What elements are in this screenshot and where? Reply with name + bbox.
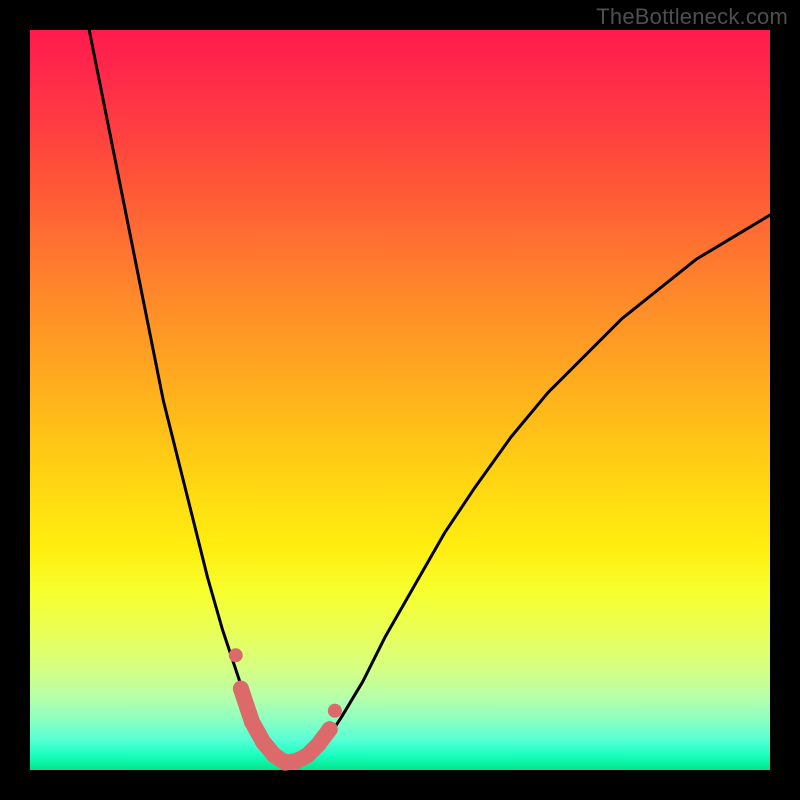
curve-svg [30,30,770,770]
endpoint-dot [328,704,342,718]
plot-area [30,30,770,770]
highlight-dot [322,721,338,737]
highlight-dot [255,734,271,750]
highlight-dot [233,681,249,697]
endpoint-dot [229,648,243,662]
bottleneck-curve [89,30,770,763]
watermark-text: TheBottleneck.com [596,4,788,30]
highlight-dot [311,736,327,752]
highlight-dot [244,714,260,730]
chart-frame: TheBottleneck.com [0,0,800,800]
